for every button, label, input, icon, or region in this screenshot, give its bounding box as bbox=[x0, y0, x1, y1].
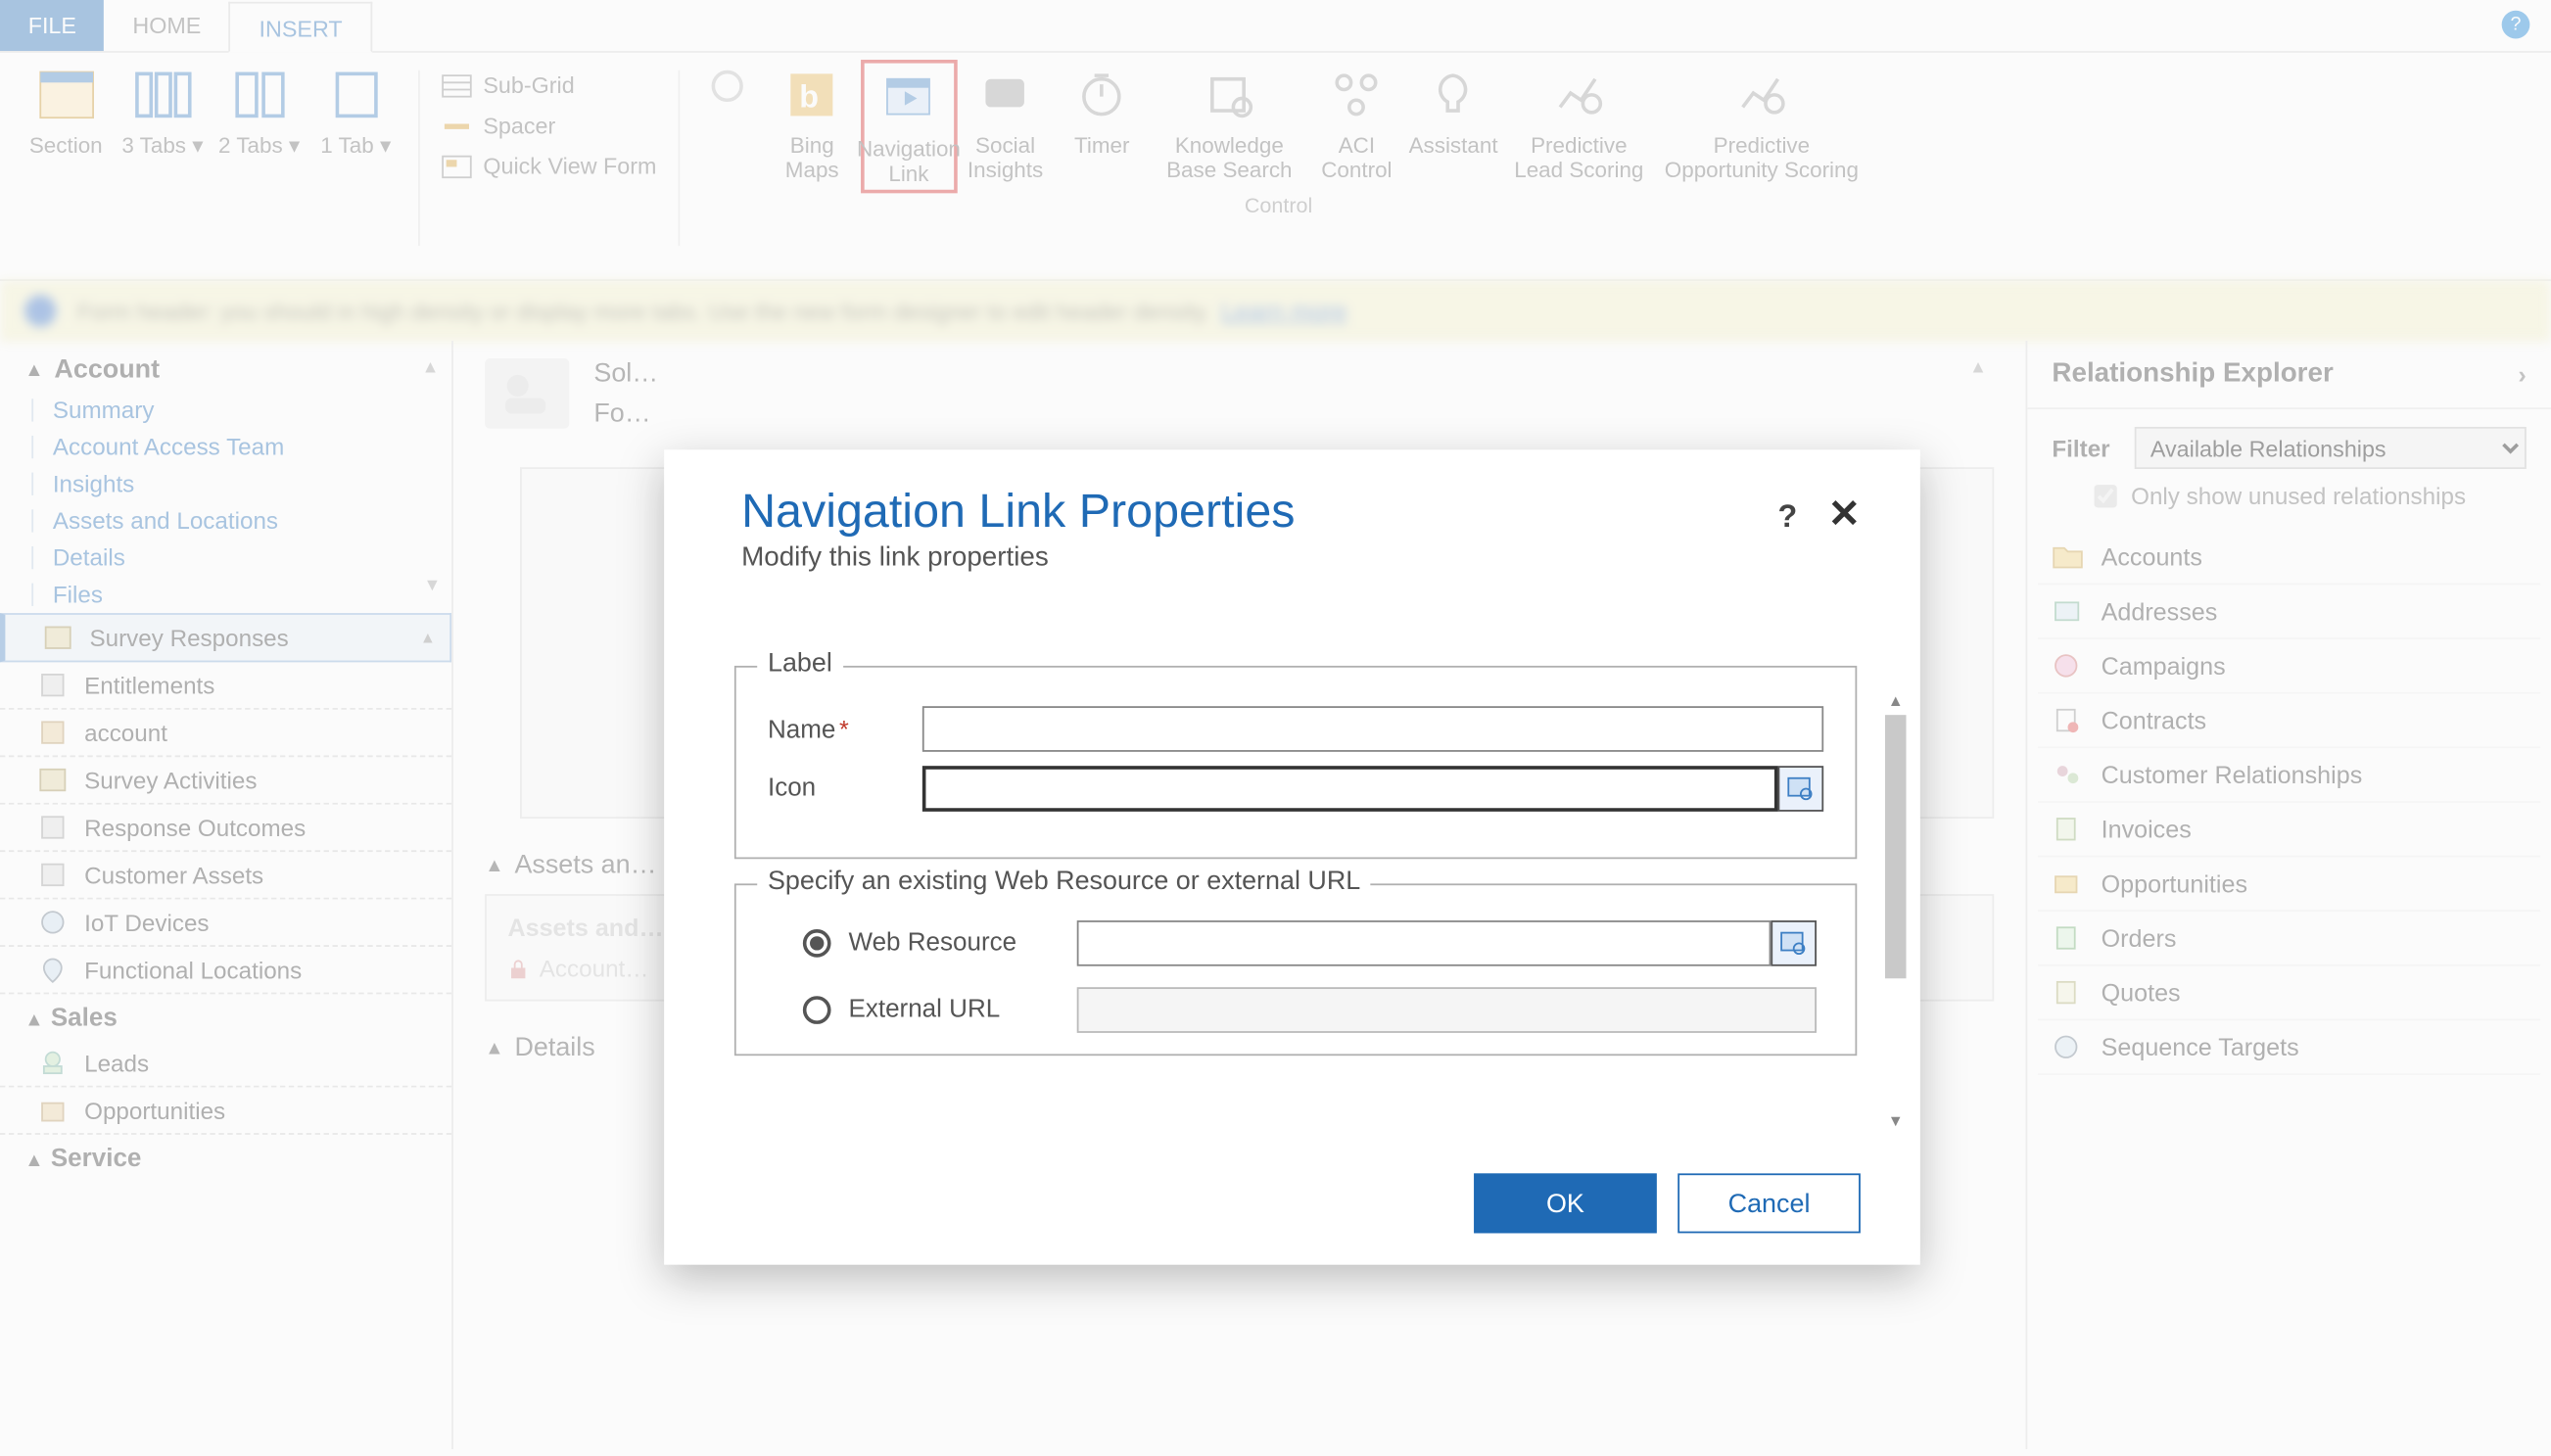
external-url-label: External URL bbox=[849, 996, 1060, 1024]
web-resource-input[interactable] bbox=[1077, 920, 1772, 966]
cancel-button[interactable]: Cancel bbox=[1677, 1173, 1861, 1233]
web-resource-radio[interactable] bbox=[803, 929, 831, 958]
dialog-subtitle: Modify this link properties bbox=[741, 542, 1867, 574]
name-label: Name* bbox=[768, 714, 898, 743]
navlink-properties-dialog: Navigation Link Properties Modify this l… bbox=[664, 449, 1920, 1264]
name-input[interactable] bbox=[922, 706, 1823, 752]
dialog-close-icon[interactable]: ✕ bbox=[1828, 492, 1861, 538]
dialog-help-icon[interactable]: ? bbox=[1778, 498, 1798, 536]
external-url-radio[interactable] bbox=[803, 996, 831, 1024]
icon-lookup-button[interactable] bbox=[1778, 766, 1824, 812]
external-url-input[interactable] bbox=[1077, 987, 1817, 1033]
icon-label: Icon bbox=[768, 775, 898, 803]
fieldset-label-legend: Label bbox=[757, 648, 842, 678]
dialog-scrollbar[interactable]: ▲ ▼ bbox=[1881, 686, 1910, 1134]
dialog-title: Navigation Link Properties bbox=[741, 485, 1867, 540]
ok-button[interactable]: OK bbox=[1474, 1173, 1657, 1233]
web-resource-lookup-button[interactable] bbox=[1771, 920, 1817, 966]
fieldset-url-legend: Specify an existing Web Resource or exte… bbox=[757, 866, 1371, 895]
fieldset-label: Label Name* Icon bbox=[734, 666, 1857, 859]
web-resource-label: Web Resource bbox=[849, 929, 1060, 958]
icon-input[interactable] bbox=[922, 766, 1778, 812]
fieldset-url: Specify an existing Web Resource or exte… bbox=[734, 883, 1857, 1056]
